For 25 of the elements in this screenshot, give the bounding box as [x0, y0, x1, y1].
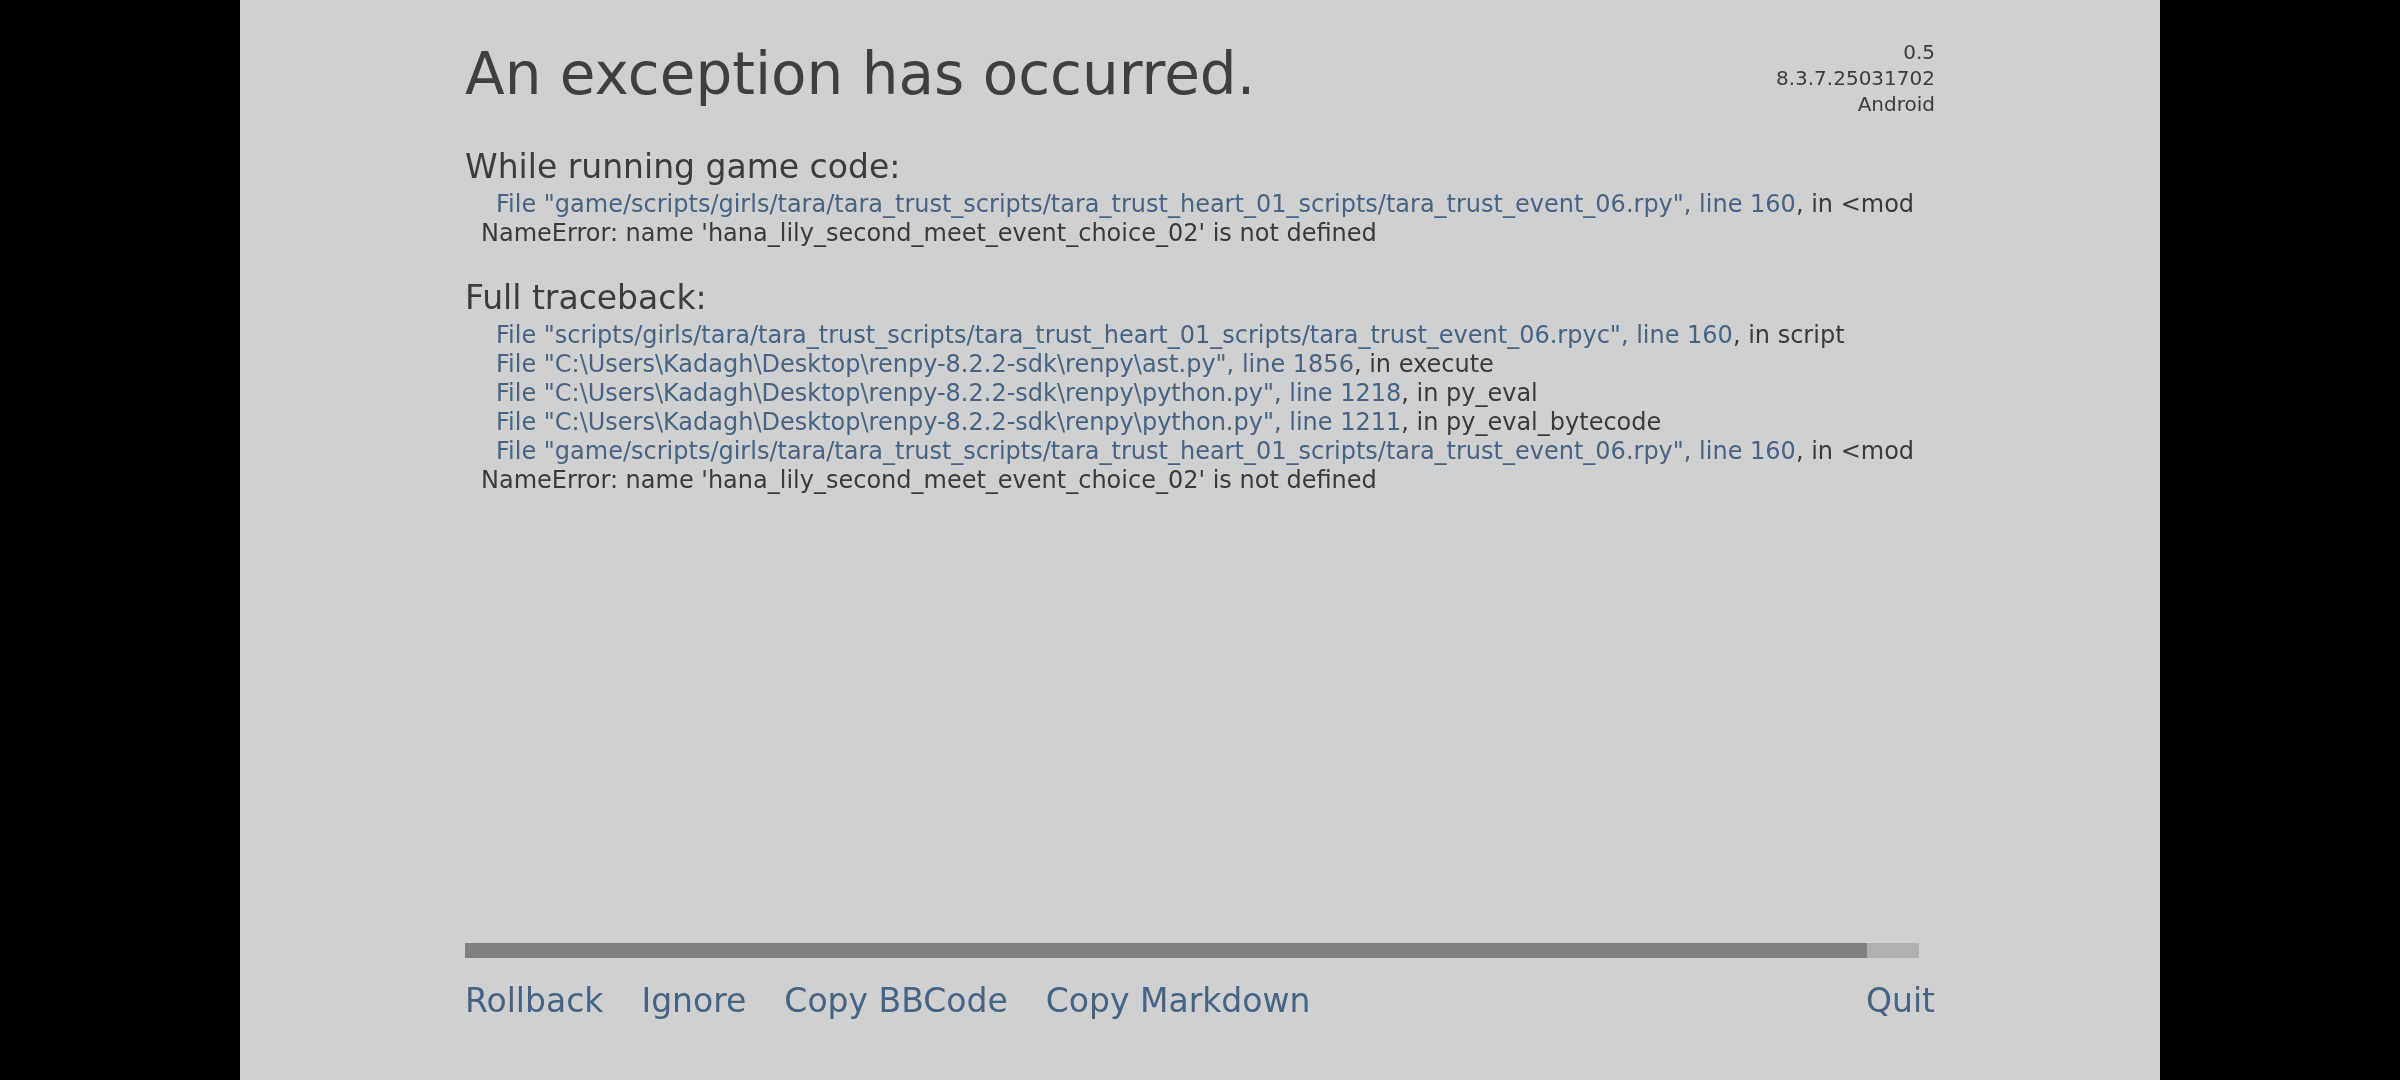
- traceback-text: , in execute: [1353, 350, 1494, 378]
- quit-button[interactable]: Quit: [1866, 980, 1935, 1022]
- traceback-file-link[interactable]: File "C:\Users\Kadagh\Desktop\renpy-8.2.2-sdk\renpy\python.py", line 1218: [496, 379, 1402, 407]
- traceback-text: , in script: [1732, 321, 1845, 349]
- error-message: NameError: name 'hana_lily_second_meet_event_choice_02' is not defined: [481, 219, 1377, 247]
- footer-button[interactable]: Ignore: [641, 980, 747, 1022]
- traceback-text: , in py_eval_bytecode: [1401, 408, 1662, 436]
- version-text: Android: [1857, 91, 1935, 117]
- traceback-file-link[interactable]: File "scripts/girls/tara/tara_trust_scripts/tara_trust_heart_01_scripts/tara_trust_event_06.rpyc", line 160: [496, 321, 1733, 349]
- traceback-file-link[interactable]: File "C:\Users\Kadagh\Desktop\renpy-8.2.2-sdk\renpy\python.py", line 1211: [496, 408, 1402, 436]
- version-text: 0.5: [1903, 39, 1935, 65]
- traceback-file-link[interactable]: File "C:\Users\Kadagh\Desktop\renpy-8.2.2-sdk\renpy\ast.py", line 1856: [496, 350, 1354, 378]
- traceback-file-link[interactable]: File "game/scripts/girls/tara/tara_trust_scripts/tara_trust_heart_01_scripts/tara_trust_event_06.rpy", line 160: [496, 437, 1796, 465]
- version-text: 8.3.7.25031702: [1775, 65, 1935, 91]
- footer-button[interactable]: Rollback: [465, 980, 604, 1022]
- section-heading: Full traceback:: [465, 277, 707, 319]
- footer-button[interactable]: Copy Markdown: [1045, 980, 1311, 1022]
- traceback-text: , in <mod: [1795, 437, 1915, 465]
- error-title: An exception has occurred.: [465, 39, 1256, 110]
- section-heading: While running game code:: [465, 146, 901, 188]
- traceback-file-link[interactable]: File "game/scripts/girls/tara/tara_trust_scripts/tara_trust_heart_01_scripts/tara_trust_event_06.rpy", line 160: [496, 190, 1796, 218]
- error-message: NameError: name 'hana_lily_second_meet_event_choice_02' is not defined: [481, 466, 1377, 494]
- footer-button[interactable]: Copy BBCode: [784, 980, 1008, 1022]
- traceback-text: , in py_eval: [1401, 379, 1538, 407]
- traceback-text: , in <mod: [1795, 190, 1915, 218]
